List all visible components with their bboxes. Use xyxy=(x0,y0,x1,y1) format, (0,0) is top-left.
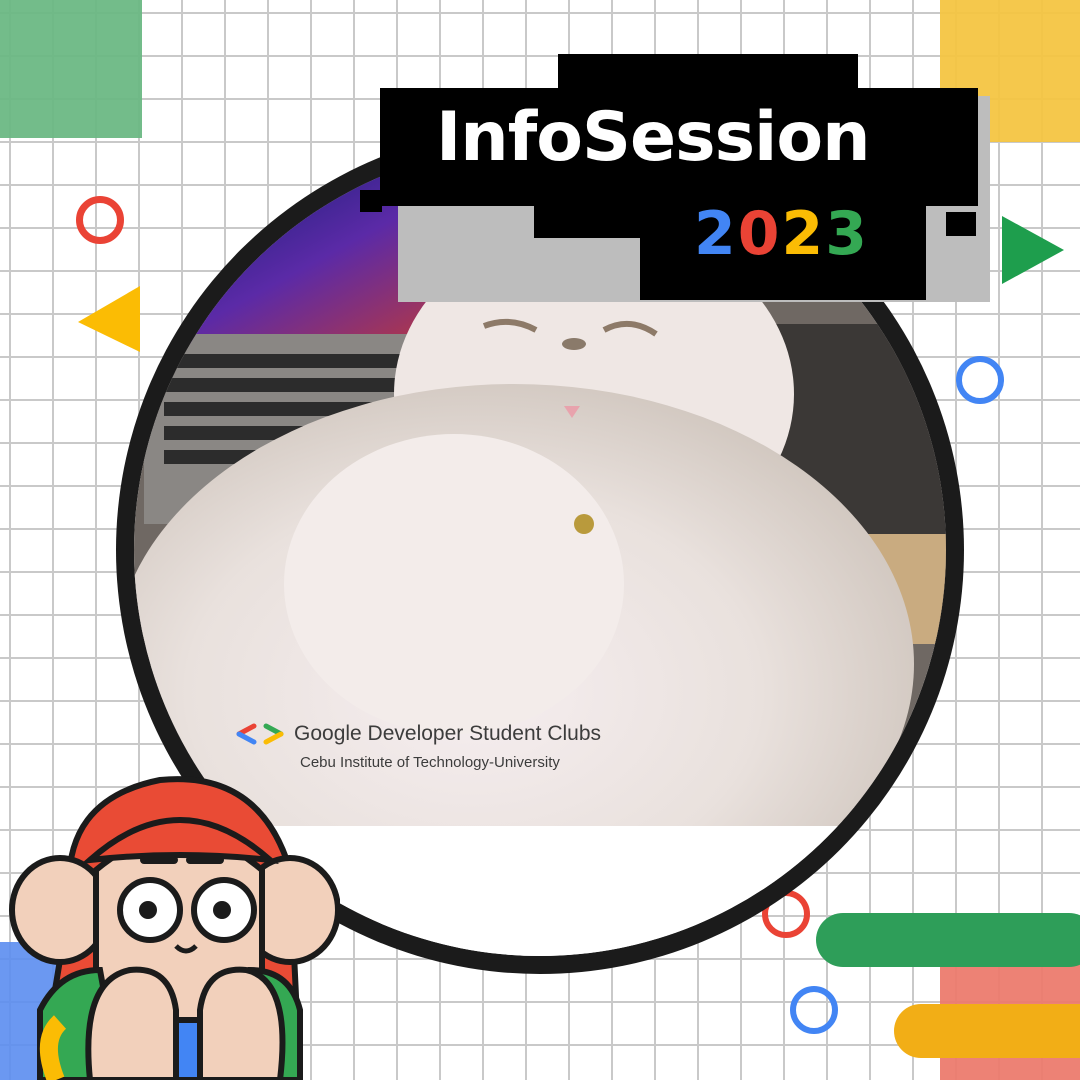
gdsc-logo-icon xyxy=(236,723,284,745)
year-digit: 0 xyxy=(737,199,782,269)
corner-block-green xyxy=(0,0,142,138)
title-banner-top xyxy=(558,54,858,98)
year-digit: 3 xyxy=(825,199,869,269)
ring-icon-blue-right xyxy=(956,356,1004,404)
banner-pixel-1 xyxy=(360,190,382,212)
ring-icon-blue-bottom xyxy=(790,986,838,1034)
gdsc-brand: Google Developer Student Clubs xyxy=(236,722,601,746)
year-digit: 2 xyxy=(694,199,738,269)
play-triangle-icon xyxy=(1002,216,1064,284)
title-banner-step xyxy=(534,198,650,238)
mascot-avatar xyxy=(9,776,340,1080)
ring-icon-red-left xyxy=(76,196,124,244)
year-digit: 2 xyxy=(781,199,826,269)
event-year: 2023 xyxy=(694,204,869,264)
event-title: InfoSession xyxy=(436,98,870,177)
organization-name: Google Developer Student Clubs xyxy=(294,722,602,745)
banner-pixel-2 xyxy=(946,212,976,236)
banner-pixel-3 xyxy=(956,150,978,172)
pill-stripe-yellow xyxy=(894,1004,1080,1058)
